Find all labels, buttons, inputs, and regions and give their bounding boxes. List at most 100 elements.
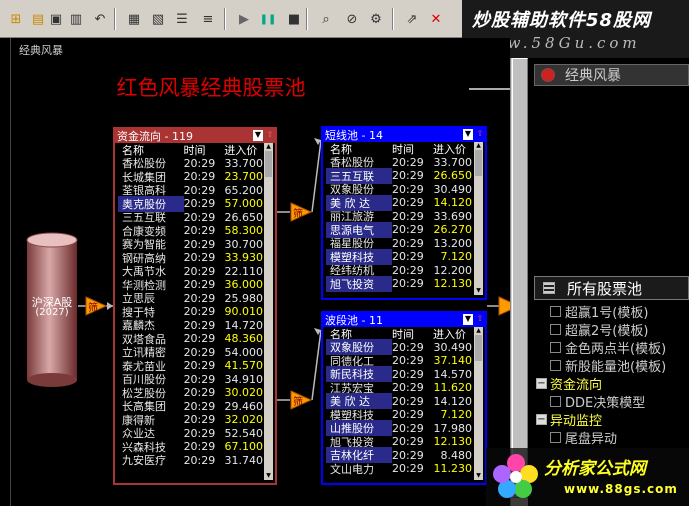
entry-time: 20:29 [183,372,216,386]
entry-time: 20:29 [183,237,216,251]
pool-scrollbar[interactable]: ▲ ▼ [474,142,483,295]
scroll-up-icon[interactable]: ▲ [474,142,483,150]
tree-item[interactable]: 尾盘异动 [536,428,689,447]
scroll-thumb[interactable] [475,335,482,361]
dropdown-icon[interactable]: ▼ [463,129,473,140]
list-icon[interactable]: ☰ [172,9,192,29]
filter-node-3[interactable]: 筛 [290,390,313,410]
scroll-down-icon[interactable]: ▼ [474,472,483,480]
stop-icon[interactable]: ■ [284,9,304,29]
pool-money-flow[interactable]: 资金流向 - 119 ▼ ⇧ 名称 时间 进入价 香松股份 20:29 33.700… [113,127,277,485]
scroll-up-icon[interactable]: ▲ [264,143,273,151]
tree-item[interactable]: 新股能量池(模板) [536,356,689,375]
scroll-down-icon[interactable]: ▼ [264,472,273,480]
dropdown-icon[interactable]: ▼ [253,130,263,141]
open-icon[interactable]: ▤ [28,9,48,29]
entry-price: 33.700 [433,155,473,169]
entry-price: 57.000 [224,197,264,211]
entry-time: 20:29 [392,340,424,354]
pool-table: 名称 时间 进入价 香松股份 20:29 33.700 长城集团 20:29 23.700… [118,143,263,480]
tree-item[interactable]: 超赢2号(模板) [536,320,689,339]
main-scrollbar[interactable] [510,58,528,506]
main-scroll-thumb[interactable] [512,58,528,498]
entry-time: 20:29 [183,291,216,305]
table-row[interactable]: 九安医疗 20:29 31.740 [118,454,263,468]
scroll-down-icon[interactable]: ▼ [474,287,483,295]
filter-icon [498,296,510,316]
entry-price: 22.110 [224,264,264,278]
collapse-icon[interactable]: − [536,377,547,389]
close-icon[interactable]: ✕ [426,9,446,29]
pool-header[interactable]: 波段池 - 11 ▼ ⇧ [323,313,485,327]
tree-item[interactable]: 金色两点半(模板) [536,338,689,357]
undo-icon[interactable]: ↶ [90,9,110,29]
source-cylinder[interactable]: 沪深A股 (2027) [26,232,78,388]
pin-icon[interactable]: ⇧ [265,130,275,141]
checkbox[interactable] [550,341,561,353]
tree-item[interactable]: DDE决策模型 [536,392,689,411]
entry-time: 20:29 [183,453,216,467]
table-row[interactable]: 文山电力 20:29 11.230 [326,462,473,476]
panel-header[interactable]: 经典风暴 [534,64,689,86]
table-icon[interactable]: ▦ [124,9,144,29]
checkbox[interactable] [550,323,561,335]
dropdown-icon[interactable]: ▼ [463,314,473,325]
filter-node-4[interactable] [498,296,510,316]
pool-scrollbar[interactable]: ▲ ▼ [264,143,273,480]
entry-time: 20:29 [183,332,216,346]
filter-node-2[interactable]: 筛 [290,202,313,222]
pool-header[interactable]: 资金流向 - 119 ▼ ⇧ [115,129,275,143]
tree-item-label: 尾盘异动 [565,431,618,447]
toolbar-separator [306,8,308,30]
tree-group[interactable]: − 资金流向 [536,374,689,393]
entry-price: 25.980 [224,291,264,305]
pool-scrollbar[interactable]: ▲ ▼ [474,327,483,480]
scroll-up-icon[interactable]: ▲ [474,327,483,335]
search-icon[interactable]: ⌕ [316,9,336,29]
pool-header[interactable]: 短线池 - 14 ▼ ⇧ [323,128,485,142]
tree-group[interactable]: − 异动监控 [536,410,689,429]
settings-icon[interactable]: ⚙ [366,9,386,29]
new-icon[interactable]: ⊞ [6,9,26,29]
checkbox[interactable] [550,305,561,317]
checkbox[interactable] [550,359,561,371]
entry-price: 54.000 [224,345,264,359]
save-icon[interactable]: ▣ [46,9,66,29]
filter-node-1[interactable]: 筛 [85,296,108,316]
play-icon[interactable]: ▶ [234,9,254,29]
entry-time: 20:29 [392,250,424,264]
pool-tree: 超赢1号(模板) 超赢2号(模板) 金色两点半(模板) 新股能量池(模板) − 资金流向 D… [536,302,689,447]
entry-time: 20:29 [392,462,424,476]
entry-price: 8.480 [440,448,473,462]
grid-icon[interactable]: ▧ [148,9,168,29]
find-replace-icon[interactable]: ⊘ [342,9,362,29]
tree-item-label: 资金流向 [550,377,603,393]
scroll-thumb[interactable] [265,151,272,177]
entry-time: 20:29 [183,318,216,332]
entry-price: 17.980 [433,421,473,435]
stock-name: 旭飞投资 [326,275,392,292]
pool-short-term[interactable]: 短线池 - 14 ▼ ⇧ 名称 时间 进入价 香松股份 20:29 33.700 三五… [321,126,487,300]
pin-icon[interactable]: ⇧ [475,129,485,140]
entry-price: 26.650 [433,169,473,183]
entry-price: 90.010 [224,305,264,319]
pool-swing[interactable]: 波段池 - 11 ▼ ⇧ 名称 时间 进入价 双象股份 20:29 30.490 同德… [321,311,487,485]
sort-icon[interactable]: ≡ [198,9,218,29]
entry-time: 20:29 [183,264,216,278]
scroll-thumb[interactable] [475,150,482,176]
pin-icon[interactable]: ⇧ [475,314,485,325]
pause-icon[interactable]: ❚❚ [258,9,278,29]
all-pools-header[interactable]: 所有股票池 [534,276,689,300]
checkbox[interactable] [550,431,561,443]
table-row[interactable]: 旭飞投资 20:29 12.130 [326,275,473,292]
entry-time: 20:29 [392,421,424,435]
all-pools-label: 所有股票池 [567,279,643,298]
checkbox[interactable] [550,395,561,407]
source-count: (2027) [35,307,69,318]
entry-price: 26.650 [224,210,264,224]
external-icon[interactable]: ⇗ [402,9,422,29]
entry-price: 11.230 [433,462,473,476]
tree-item[interactable]: 超赢1号(模板) [536,302,689,321]
collapse-icon[interactable]: − [536,413,547,425]
save-all-icon[interactable]: ▥ [66,9,86,29]
